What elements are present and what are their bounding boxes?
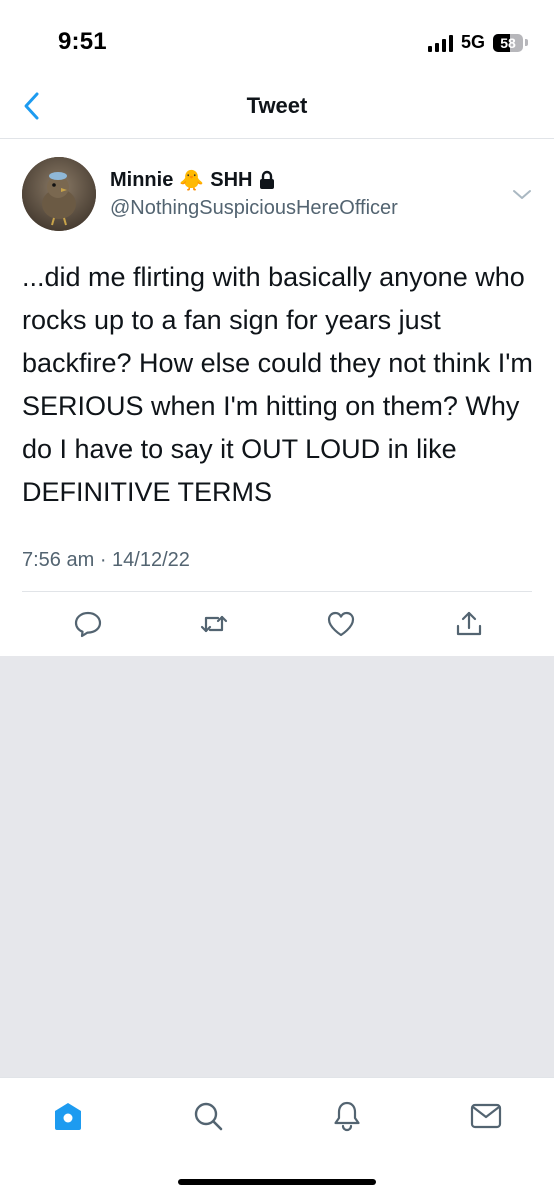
nav-home[interactable] bbox=[48, 1096, 88, 1136]
retweet-button[interactable] bbox=[196, 606, 232, 642]
like-button[interactable] bbox=[323, 606, 359, 642]
home-indicator[interactable] bbox=[178, 1179, 376, 1185]
chick-emoji: 🐥 bbox=[179, 168, 205, 192]
tweet-timestamp[interactable]: 7:56 am · 14/12/22 bbox=[22, 549, 190, 572]
divider bbox=[22, 591, 532, 592]
reply-icon bbox=[74, 611, 102, 638]
battery-icon: 58 bbox=[493, 33, 523, 52]
status-time: 9:51 bbox=[58, 28, 107, 55]
nav-notifications[interactable] bbox=[327, 1096, 367, 1136]
signal-icon bbox=[427, 34, 453, 52]
nav-search[interactable] bbox=[188, 1096, 228, 1136]
avatar-chick-image bbox=[22, 157, 96, 231]
search-icon bbox=[194, 1102, 223, 1131]
tweet-actions bbox=[0, 606, 554, 642]
author-name-suffix: SHH bbox=[210, 168, 253, 191]
messages-icon bbox=[470, 1103, 502, 1129]
nav-messages[interactable] bbox=[466, 1096, 506, 1136]
top-header: Tweet bbox=[0, 76, 554, 139]
share-icon bbox=[456, 611, 482, 636]
like-icon bbox=[327, 611, 355, 637]
retweet-icon bbox=[200, 615, 228, 633]
empty-replies-area bbox=[0, 656, 554, 1077]
author-name[interactable]: Minnie 🐥 SHH bbox=[110, 168, 276, 192]
notifications-icon bbox=[334, 1101, 360, 1132]
home-icon bbox=[55, 1103, 81, 1130]
reply-button[interactable] bbox=[70, 606, 106, 642]
battery-percent: 58 bbox=[500, 34, 516, 51]
author-handle[interactable]: @NothingSuspiciousHereOfficer bbox=[110, 197, 398, 220]
chevron-down-icon bbox=[513, 190, 531, 199]
network-type: 5G bbox=[460, 32, 485, 52]
battery-tip bbox=[525, 39, 528, 46]
more-options-button[interactable] bbox=[510, 183, 534, 207]
author-name-text: Minnie bbox=[110, 168, 174, 191]
lock-icon bbox=[260, 170, 275, 189]
share-button[interactable] bbox=[451, 606, 487, 642]
tweet-text: ...did me flirting with basically anyone… bbox=[22, 262, 533, 507]
page-title: Tweet bbox=[246, 93, 308, 118]
status-indicators: 5G 58 bbox=[427, 32, 528, 53]
avatar[interactable] bbox=[22, 157, 96, 231]
main-content: 9:51 5G 58 Tweet Minnie 🐥 SHH @NothingSu… bbox=[0, 0, 554, 656]
